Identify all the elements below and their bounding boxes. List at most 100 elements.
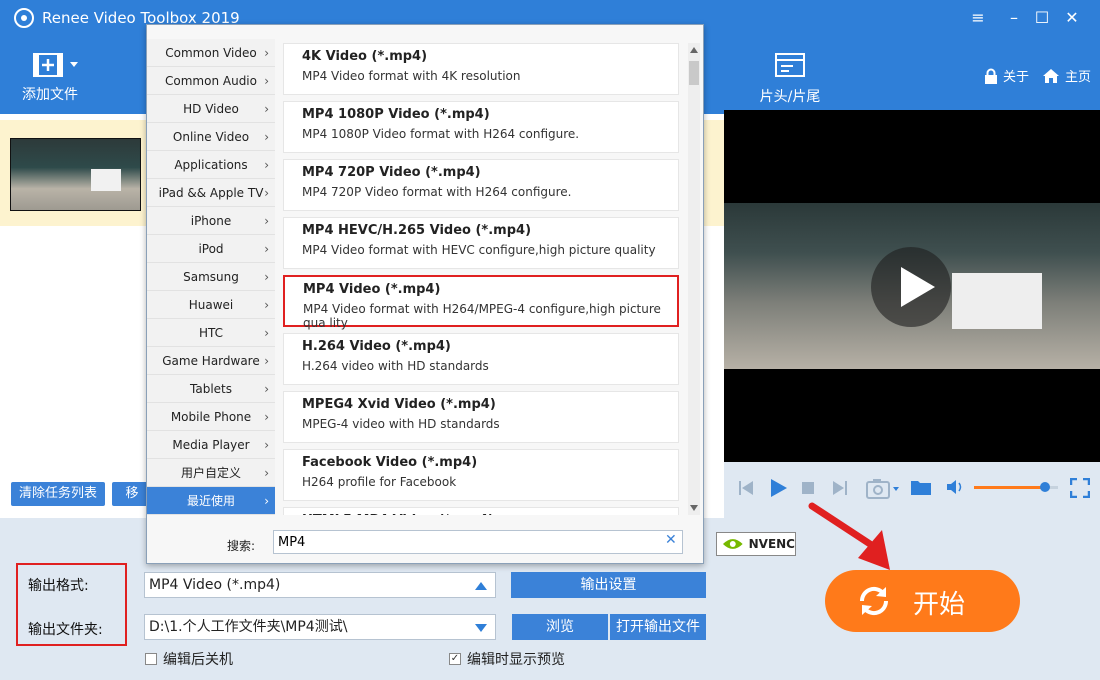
previous-icon[interactable]: [738, 480, 754, 496]
category-item[interactable]: Samsung ›: [147, 263, 275, 291]
close-icon[interactable]: ✕: [1060, 6, 1084, 30]
category-label: Online Video: [172, 130, 250, 144]
app-logo-icon: [14, 8, 34, 28]
start-button[interactable]: 开始: [825, 570, 1020, 632]
format-list-scrollbar[interactable]: [688, 43, 700, 515]
category-item[interactable]: Media Player ›: [147, 431, 275, 459]
minimize-icon[interactable]: –: [1002, 6, 1026, 30]
category-item[interactable]: HD Video ›: [147, 95, 275, 123]
chevron-right-icon: ›: [264, 438, 269, 452]
open-output-folder-button[interactable]: 打开输出文件: [610, 614, 706, 640]
shutdown-after-edit-checkbox[interactable]: 编辑后关机: [145, 649, 233, 669]
volume-slider-fill: [974, 486, 1046, 489]
video-preview[interactable]: [724, 110, 1100, 462]
format-selection-popup: Common Video › Common Audio › HD Video › Onlin…: [146, 24, 704, 564]
format-item[interactable]: MP4 1080P Video (*.mp4) MP4 1080P Video f…: [283, 101, 679, 153]
format-item[interactable]: H.264 Video (*.mp4) H.264 video with HD s…: [283, 333, 679, 385]
volume-icon[interactable]: [946, 479, 966, 495]
format-name: MP4 Video (*.mp4): [303, 282, 441, 297]
category-label: Applications: [174, 158, 248, 172]
category-label: Tablets: [190, 382, 232, 396]
category-label: iPod: [198, 242, 224, 256]
add-file-button[interactable]: 添加文件: [16, 50, 84, 104]
format-description: MP4 Video format with H264/MPEG-4 config…: [303, 302, 661, 330]
about-button[interactable]: 关于: [984, 66, 1029, 85]
output-settings-button[interactable]: 输出设置: [511, 572, 706, 598]
nvenc-badge[interactable]: NVENC: [716, 532, 796, 556]
format-item[interactable]: MP4 HEVC/H.265 Video (*.mp4) MP4 Video fo…: [283, 217, 679, 269]
preview-checkbox-box[interactable]: ✓: [449, 653, 461, 665]
category-item[interactable]: HTC ›: [147, 319, 275, 347]
category-item[interactable]: Game Hardware ›: [147, 347, 275, 375]
scrollbar-thumb[interactable]: [689, 61, 699, 85]
shutdown-checkbox-box[interactable]: [145, 653, 157, 665]
category-item[interactable]: Mobile Phone ›: [147, 403, 275, 431]
clear-search-icon[interactable]: ✕: [665, 532, 677, 548]
video-thumbnail: [10, 138, 141, 211]
folder-icon[interactable]: [910, 478, 932, 496]
format-name: MP4 720P Video (*.mp4): [302, 165, 481, 180]
volume-slider-track[interactable]: [974, 482, 1058, 492]
format-search-input[interactable]: [273, 530, 683, 554]
format-item[interactable]: Facebook Video (*.mp4) H264 profile for F…: [283, 449, 679, 501]
category-item[interactable]: Common Audio ›: [147, 67, 275, 95]
format-description: H264 profile for Facebook: [302, 475, 457, 489]
maximize-icon[interactable]: ☐: [1030, 6, 1054, 30]
category-label: Common Video: [165, 46, 257, 60]
category-item[interactable]: Applications ›: [147, 151, 275, 179]
stop-icon[interactable]: [802, 482, 814, 494]
nvenc-label: NVENC: [748, 537, 795, 551]
camera-icon[interactable]: [866, 477, 900, 499]
format-item[interactable]: MP4 Video (*.mp4) MP4 Video format with H…: [283, 275, 679, 330]
category-label: 用户自定义: [180, 466, 241, 480]
format-item[interactable]: MPEG4 Xvid Video (*.mp4) MPEG-4 video wit…: [283, 391, 679, 443]
menu-icon[interactable]: ≡: [966, 6, 990, 30]
format-description: MP4 Video format with HEVC configure,hig…: [302, 243, 656, 257]
next-icon[interactable]: [832, 480, 848, 496]
chevron-right-icon: ›: [264, 242, 269, 256]
fullscreen-icon[interactable]: [1070, 478, 1090, 498]
output-folder-value: D:\1.个人工作文件夹\MP4测试\: [149, 619, 348, 635]
category-item[interactable]: 最近使用 ›: [147, 487, 275, 515]
play-control-icon[interactable]: [768, 478, 788, 498]
chevron-right-icon: ›: [264, 494, 269, 508]
category-label: Mobile Phone: [170, 410, 252, 424]
about-label: 关于: [1003, 70, 1030, 85]
home-button[interactable]: 主页: [1042, 66, 1091, 85]
category-item[interactable]: Common Video ›: [147, 39, 275, 67]
head-tail-button[interactable]: 片头/片尾: [750, 52, 830, 106]
show-preview-checkbox[interactable]: ✓ 编辑时显示预览: [449, 649, 565, 669]
category-label: Game Hardware: [162, 354, 260, 368]
volume-slider-knob[interactable]: [1040, 482, 1051, 492]
format-name: MPEG4 Xvid Video (*.mp4): [302, 397, 496, 412]
category-label: Huawei: [188, 298, 234, 312]
category-label: Media Player: [172, 438, 250, 452]
format-item[interactable]: HTML5 MP4 Video (*.mp4): [283, 507, 679, 515]
format-item[interactable]: 4K Video (*.mp4) MP4 Video format with 4K…: [283, 43, 679, 95]
chevron-right-icon: ›: [264, 46, 269, 60]
format-name: MP4 HEVC/H.265 Video (*.mp4): [302, 223, 532, 238]
category-label: 最近使用: [186, 494, 235, 508]
thumbnail-table-shape: [91, 169, 121, 191]
output-folder-select[interactable]: D:\1.个人工作文件夹\MP4测试\: [144, 614, 496, 640]
player-controls: [724, 462, 1100, 512]
format-description: MP4 Video format with 4K resolution: [302, 69, 521, 83]
chevron-right-icon: ›: [264, 466, 269, 480]
format-item[interactable]: MP4 720P Video (*.mp4) MP4 720P Video for…: [283, 159, 679, 211]
clear-task-list-button[interactable]: 清除任务列表: [11, 482, 105, 506]
browse-button[interactable]: 浏览: [512, 614, 608, 640]
scroll-up-icon[interactable]: [690, 47, 698, 53]
category-label: iPhone: [190, 214, 232, 228]
scroll-down-icon[interactable]: [690, 505, 698, 511]
start-label: 开始: [913, 590, 966, 620]
category-item[interactable]: Tablets ›: [147, 375, 275, 403]
output-format-select[interactable]: MP4 Video (*.mp4): [144, 572, 496, 598]
category-item[interactable]: 用户自定义 ›: [147, 459, 275, 487]
category-item[interactable]: iPad && Apple TV ›: [147, 179, 275, 207]
category-item[interactable]: Online Video ›: [147, 123, 275, 151]
category-item[interactable]: iPhone ›: [147, 207, 275, 235]
category-item[interactable]: Huawei ›: [147, 291, 275, 319]
category-item[interactable]: iPod ›: [147, 235, 275, 263]
preview-play-button[interactable]: [871, 247, 951, 327]
chevron-right-icon: ›: [264, 74, 269, 88]
